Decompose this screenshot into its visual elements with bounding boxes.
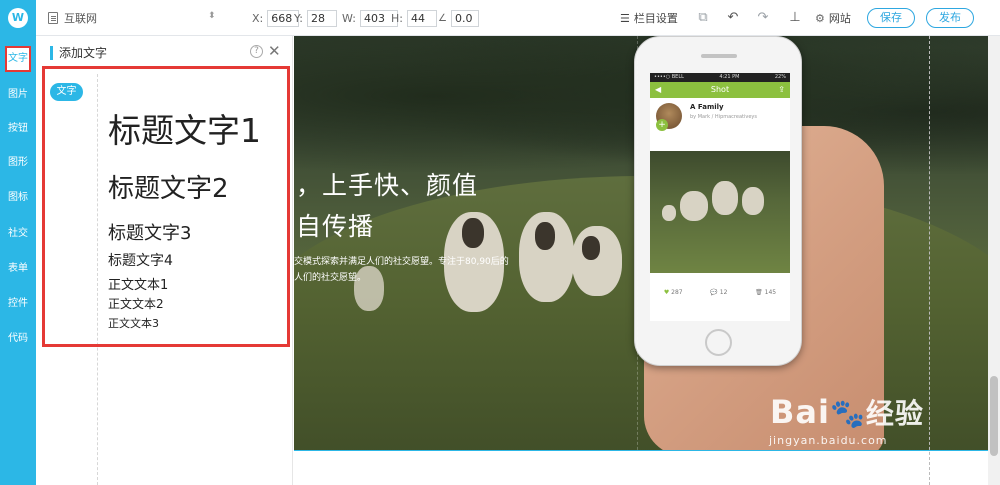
y-input[interactable] <box>306 9 337 27</box>
clock-text: 4:21 PM <box>719 74 740 80</box>
top-toolbar: 互联网 ⬍ X: Y: W: H: ∠ ☰ 栏目设置 ⧉ ↶ ↷ ⊥ ⚙ 网站 … <box>36 0 1000 36</box>
rail-item-form[interactable]: 表单 <box>0 258 36 280</box>
help-icon[interactable]: ? <box>250 45 263 58</box>
app-header: ◀ Shot ⇪ <box>650 82 790 98</box>
sheep-head <box>462 218 484 248</box>
y-coordinate: Y: <box>294 9 337 27</box>
scrollbar-thumb[interactable] <box>990 376 998 456</box>
w-label: W: <box>342 11 356 25</box>
redo-icon[interactable]: ↷ <box>755 10 771 26</box>
sheep-head <box>582 236 600 260</box>
rail-item-code[interactable]: 代码 <box>0 328 36 350</box>
author-name: A Family <box>690 103 724 111</box>
close-icon[interactable]: ✕ <box>268 42 281 60</box>
hero-banner[interactable]: ，上手快、颜值 自传播 交模式探索并满足人们的社交愿望。专注于80,90后的 人… <box>294 36 988 450</box>
sample-heading-4[interactable]: 标题文字4 <box>108 250 173 270</box>
rotation-field: ∠ <box>438 9 479 27</box>
rail-item-shape[interactable]: 图形 <box>0 152 36 174</box>
plus-icon: + <box>656 119 668 131</box>
document-icon <box>48 12 58 24</box>
copy-icon[interactable]: ⧉ <box>695 10 711 26</box>
sheep-image <box>519 212 574 302</box>
rail-item-icon[interactable]: 图标 <box>0 187 36 209</box>
section-border <box>294 450 988 451</box>
undo-icon[interactable]: ↶ <box>725 10 741 26</box>
site-selector[interactable]: 互联网 ⬍ <box>48 9 216 27</box>
watermark-brand: Bai🐾经验 <box>770 393 924 431</box>
back-icon: ◀ <box>655 85 662 94</box>
phone-status-bar: ••••○ BELL 4:21 PM 22% <box>650 73 790 82</box>
height-field: H: <box>391 9 437 27</box>
scrollbar[interactable] <box>988 36 1000 485</box>
battery-text: 22% <box>774 74 786 80</box>
list-icon: ☰ <box>620 11 630 25</box>
hero-headline-line1[interactable]: ，上手快、颜值 <box>296 166 478 202</box>
sample-body-3[interactable]: 正文文本3 <box>108 315 159 331</box>
sheep-image <box>712 181 738 215</box>
trash-icon: 🗑 <box>755 289 763 296</box>
column-settings-button[interactable]: ☰ 栏目设置 <box>620 8 678 28</box>
app-logo[interactable]: W <box>8 8 28 28</box>
author-byline: by Mark / Hipmacreativeys <box>690 114 757 120</box>
website-label: 网站 <box>828 12 851 25</box>
app-title: Shot <box>710 85 730 94</box>
comments-count: 12 <box>719 289 728 296</box>
heart-icon: ♥ <box>663 289 670 296</box>
site-name: 互联网 <box>64 12 97 25</box>
sheep-photo <box>650 151 790 273</box>
angle-icon: ∠ <box>438 12 447 24</box>
angle-input[interactable] <box>450 9 479 27</box>
panel-title: 添加文字 <box>50 46 107 60</box>
sheep-image <box>662 205 676 221</box>
comment-icon: 💬 <box>710 289 718 296</box>
watermark-url: jingyan.baidu.com <box>769 434 888 447</box>
rail-item-button[interactable]: 按钮 <box>0 118 36 140</box>
rail-item-image[interactable]: 图片 <box>0 84 36 106</box>
editor-canvas: ，上手快、颜值 自传播 交模式探索并满足人们的社交愿望。专注于80,90后的 人… <box>294 36 988 485</box>
hero-paragraph-line2[interactable]: 人们的社交愿望。 <box>294 270 366 283</box>
sample-heading-1[interactable]: 标题文字1 <box>108 104 261 152</box>
column-settings-label: 栏目设置 <box>633 12 678 25</box>
width-field: W: <box>342 9 398 27</box>
phone-speaker <box>701 54 737 58</box>
y-label: Y: <box>294 11 303 25</box>
post-stats: ♥ 287 💬 12 🗑 145 <box>650 283 790 303</box>
paw-icon: 🐾 <box>829 397 866 430</box>
sheep-head <box>535 222 555 250</box>
sample-heading-2[interactable]: 标题文字2 <box>108 168 229 205</box>
save-button[interactable]: 保存 <box>867 8 915 28</box>
sheep-image <box>742 187 764 215</box>
share-icon: ⇪ <box>778 85 785 94</box>
phone-screen: ••••○ BELL 4:21 PM 22% ◀ Shot ⇪ + A Fami… <box>650 73 790 321</box>
hero-headline-line2[interactable]: 自传播 <box>296 207 374 243</box>
carrier-text: ••••○ BELL <box>654 74 684 80</box>
h-input[interactable] <box>406 9 437 27</box>
rail-item-social[interactable]: 社交 <box>0 223 36 245</box>
left-rail: W 文字 图片 按钮 图形 图标 社交 表单 控件 代码 <box>0 0 36 485</box>
likes-count: 287 <box>671 289 683 296</box>
x-label: X: <box>252 11 264 25</box>
guide-line <box>929 36 930 485</box>
h-label: H: <box>391 11 403 25</box>
sample-heading-3[interactable]: 标题文字3 <box>108 219 191 245</box>
gear-icon: ⚙ <box>815 11 825 25</box>
sheep-image <box>680 191 708 221</box>
x-coordinate: X: <box>252 9 300 27</box>
align-icon[interactable]: ⊥ <box>787 10 803 26</box>
shares-count: 145 <box>764 289 777 296</box>
sample-body-1[interactable]: 正文文本1 <box>108 274 168 293</box>
home-button <box>705 329 732 356</box>
hero-paragraph-line1[interactable]: 交模式探索并满足人们的社交愿望。专注于80,90后的 <box>294 254 509 267</box>
guide-line <box>637 36 638 485</box>
phone-mockup: ••••○ BELL 4:21 PM 22% ◀ Shot ⇪ + A Fami… <box>634 36 802 366</box>
rail-item-text[interactable]: 文字 <box>5 46 31 72</box>
add-text-panel: 添加文字 ? ✕ 文字 标题文字1 标题文字2 标题文字3 标题文字4 正文文本… <box>36 36 293 485</box>
rail-item-widget[interactable]: 控件 <box>0 293 36 315</box>
publish-button[interactable]: 发布 <box>926 8 974 28</box>
updown-arrow-icon: ⬍ <box>208 11 216 21</box>
sample-body-2[interactable]: 正文文本2 <box>108 295 164 312</box>
website-button[interactable]: ⚙ 网站 <box>815 8 851 28</box>
sheep-image <box>572 226 622 296</box>
